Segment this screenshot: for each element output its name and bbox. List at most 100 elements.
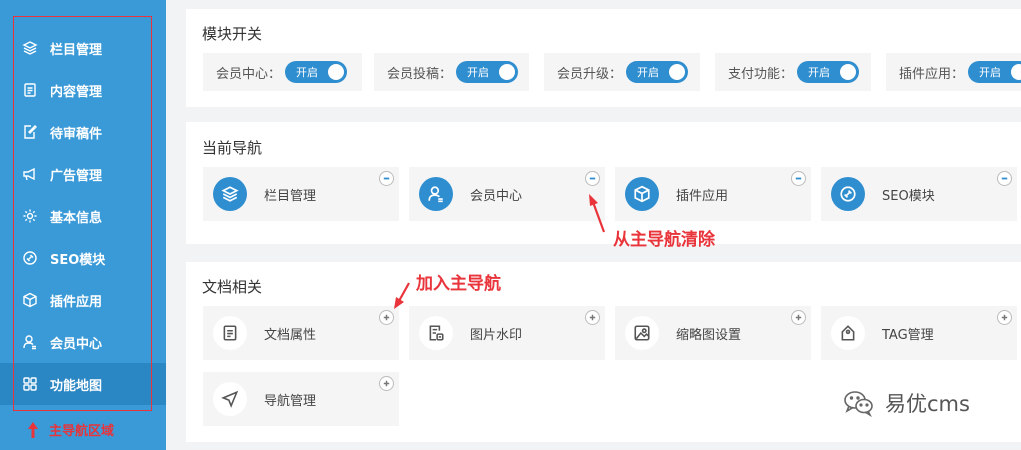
- add-button[interactable]: [379, 376, 394, 391]
- cube-icon: [625, 177, 659, 211]
- sidebar-item-label: 功能地图: [50, 378, 103, 394]
- sidebar-item-member-center[interactable]: 会员中心: [0, 321, 166, 363]
- minus-icon: [1001, 177, 1008, 180]
- sidebar-item-label: 待审稿件: [50, 126, 103, 142]
- toggle-knob: [328, 64, 345, 80]
- nav-card-seo[interactable]: SEO模块: [821, 167, 1017, 221]
- minus-icon: [383, 177, 390, 180]
- sidebar-item-plugins[interactable]: 插件应用: [0, 279, 166, 321]
- module-switch-panel: 模块开关 会员中心： 开启 会员投稿： 开启 会员升级： 开启 支付功能： 开启…: [186, 9, 1021, 107]
- remove-button[interactable]: [997, 171, 1012, 186]
- nav-card-column-management[interactable]: 栏目管理: [203, 167, 399, 221]
- sidebar-item-label: 基本信息: [50, 210, 103, 226]
- toggle-payment: 支付功能： 开启: [715, 53, 871, 91]
- sidebar-item-label: 内容管理: [50, 84, 103, 100]
- current-nav-title: 当前导航: [202, 139, 263, 157]
- seo-link-icon: [22, 250, 38, 266]
- plus-icon: [589, 314, 596, 321]
- wechat-icon: [844, 391, 873, 417]
- picture-icon: [625, 316, 659, 350]
- remove-from-nav-annotation: 从主导航清除: [613, 230, 715, 250]
- tag-icon: [831, 316, 865, 350]
- card-label: SEO模块: [882, 188, 935, 204]
- card-label: 图片水印: [470, 327, 523, 343]
- doc-card-image-watermark[interactable]: 图片水印: [409, 306, 605, 360]
- megaphone-icon: [22, 166, 38, 182]
- edit-document-icon: [22, 124, 38, 140]
- toggle-switch[interactable]: 开启: [797, 61, 860, 83]
- remove-button[interactable]: [791, 171, 806, 186]
- image-watermark-icon: [419, 316, 453, 350]
- add-button[interactable]: [585, 310, 600, 325]
- sidebar-item-seo[interactable]: SEO模块: [0, 237, 166, 279]
- layers-icon: [22, 40, 38, 56]
- sidebar-item-label: 插件应用: [50, 294, 103, 310]
- document-icon: [213, 316, 247, 350]
- remove-button[interactable]: [379, 171, 394, 186]
- toggle-switch[interactable]: 开启: [285, 61, 348, 83]
- minus-icon: [795, 177, 802, 180]
- sidebar-item-label: 栏目管理: [50, 42, 103, 58]
- toggle-member-upgrade: 会员升级： 开启: [544, 53, 700, 91]
- toggle-plugins: 插件应用： 开启: [886, 53, 1021, 91]
- add-annotation-arrow-icon: [394, 282, 410, 309]
- user-icon: [419, 177, 453, 211]
- navigation-icon: [213, 382, 247, 416]
- main-nav-area-label: 主导航区域: [49, 424, 115, 439]
- watermark-text: 易优cms: [885, 392, 970, 416]
- card-label: 导航管理: [264, 393, 317, 409]
- doc-card-thumbnail-settings[interactable]: 缩略图设置: [615, 306, 811, 360]
- toggle-knob: [1011, 64, 1021, 80]
- sidebar-item-label: 广告管理: [50, 168, 103, 184]
- plus-icon: [1001, 314, 1008, 321]
- document-icon: [22, 82, 38, 98]
- plus-icon: [383, 314, 390, 321]
- nav-card-member-center[interactable]: 会员中心: [409, 167, 605, 221]
- sidebar-item-content-management[interactable]: 内容管理: [0, 69, 166, 111]
- seo-link-icon: [831, 177, 865, 211]
- sidebar-item-ad-management[interactable]: 广告管理: [0, 153, 166, 195]
- toggle-member-submission: 会员投稿： 开启: [374, 53, 529, 91]
- card-label: 栏目管理: [264, 188, 317, 204]
- main-nav-area-note: 主导航区域: [27, 420, 114, 439]
- toggle-knob: [669, 64, 686, 80]
- card-label: 缩略图设置: [676, 327, 742, 343]
- toggle-switch[interactable]: 开启: [626, 61, 689, 83]
- card-label: 插件应用: [676, 188, 729, 204]
- doc-card-document-attributes[interactable]: 文档属性: [203, 306, 399, 360]
- add-button[interactable]: [379, 310, 394, 325]
- sidebar-item-label: 会员中心: [50, 336, 103, 352]
- toggle-switch[interactable]: 开启: [968, 61, 1021, 83]
- add-to-nav-annotation: 加入主导航: [416, 274, 501, 294]
- cube-icon: [22, 292, 38, 308]
- nav-card-plugins[interactable]: 插件应用: [615, 167, 811, 221]
- add-button[interactable]: [997, 310, 1012, 325]
- plus-icon: [383, 380, 390, 387]
- gear-icon: [22, 208, 38, 224]
- card-label: 文档属性: [264, 327, 317, 343]
- toggle-knob: [499, 64, 516, 80]
- remove-annotation-arrow-icon: [589, 194, 606, 233]
- sidebar-item-basic-info[interactable]: 基本信息: [0, 195, 166, 237]
- layers-icon: [213, 177, 247, 211]
- sidebar-item-label: SEO模块: [50, 252, 106, 268]
- remove-button[interactable]: [585, 171, 600, 186]
- sidebar-item-pending-drafts[interactable]: 待审稿件: [0, 111, 166, 153]
- up-arrow-icon: [28, 421, 38, 438]
- toggle-member-center: 会员中心： 开启: [203, 53, 362, 91]
- sidebar-item-column-management[interactable]: 栏目管理: [0, 27, 166, 69]
- minus-icon: [589, 177, 596, 180]
- doc-card-navigation-management[interactable]: 导航管理: [203, 372, 399, 426]
- card-label: TAG管理: [882, 327, 934, 343]
- card-label: 会员中心: [470, 188, 523, 204]
- add-button[interactable]: [791, 310, 806, 325]
- doc-card-tag-management[interactable]: TAG管理: [821, 306, 1017, 360]
- toggle-knob: [840, 64, 857, 80]
- toggle-switch[interactable]: 开启: [456, 61, 519, 83]
- grid-icon: [22, 376, 38, 392]
- user-icon: [22, 334, 38, 350]
- sidebar: 栏目管理 内容管理 待审稿件 广告管理 基本信息 SEO模块 插件应用 会员中心…: [0, 0, 166, 450]
- sidebar-item-function-map[interactable]: 功能地图: [0, 363, 166, 405]
- module-switch-title: 模块开关: [202, 25, 263, 43]
- watermark: 易优cms: [843, 388, 970, 418]
